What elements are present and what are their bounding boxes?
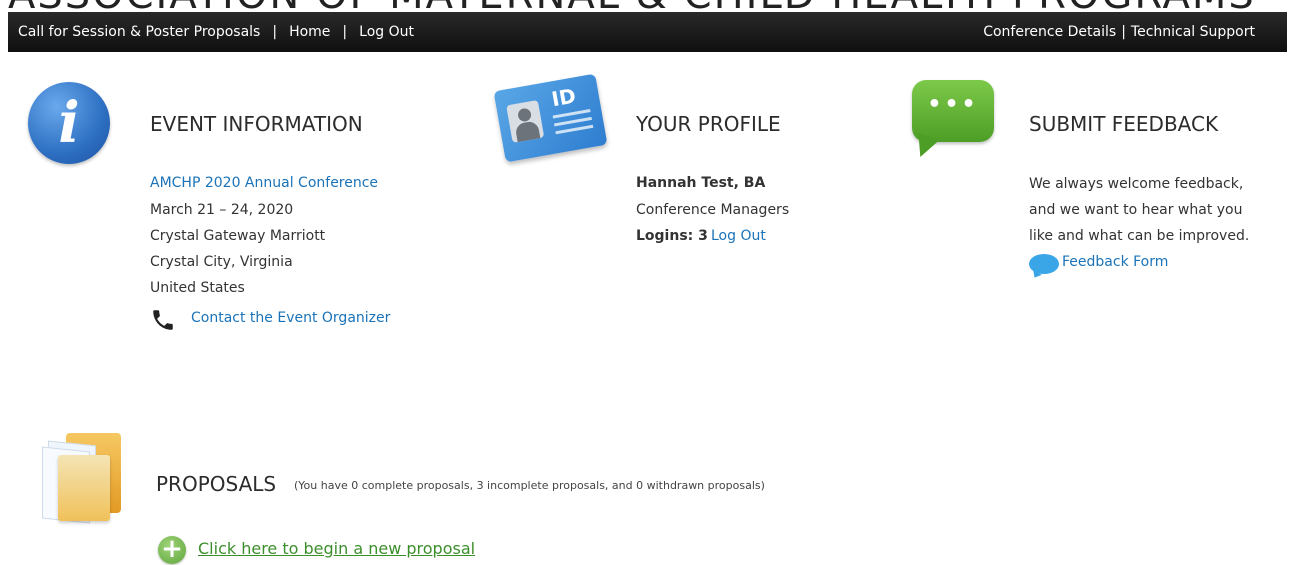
top-nav-bar: Call for Session & Poster Proposals | Ho…	[8, 12, 1287, 52]
speech-bubble-icon	[1029, 254, 1059, 274]
profile-group: Conference Managers	[636, 202, 790, 218]
top-nav-left: Call for Session & Poster Proposals | Ho…	[8, 24, 414, 40]
feedback-form-link[interactable]: Feedback Form	[1062, 254, 1168, 270]
event-city: Crystal City, Virginia	[150, 254, 293, 270]
phone-icon	[153, 310, 173, 330]
contact-organizer-link[interactable]: Contact the Event Organizer	[191, 310, 390, 326]
id-photo	[506, 99, 545, 143]
feedback-text-line: We always welcome feedback,	[1029, 176, 1244, 192]
nav-call-for-proposals[interactable]: Call for Session & Poster Proposals	[18, 24, 260, 40]
nav-log-out[interactable]: Log Out	[359, 24, 414, 40]
new-proposal-link[interactable]: Click here to begin a new proposal	[198, 539, 475, 558]
id-badge-text: ID	[549, 83, 578, 112]
nav-technical-support[interactable]: Technical Support	[1131, 24, 1255, 40]
event-name-link[interactable]: AMCHP 2020 Annual Conference	[150, 175, 378, 191]
chat-dots: •••	[927, 92, 979, 117]
your-profile-title: YOUR PROFILE	[636, 112, 781, 136]
nav-home[interactable]: Home	[289, 24, 330, 40]
feedback-text-line: like and what can be improved.	[1029, 228, 1250, 244]
proposals-summary: (You have 0 complete proposals, 3 incomp…	[294, 479, 765, 492]
profile-logins: Logins: 3	[636, 228, 708, 244]
feedback-text-line: and we want to hear what you	[1029, 202, 1243, 218]
nav-conference-details[interactable]: Conference Details	[983, 24, 1116, 40]
profile-name: Hannah Test, BA	[636, 175, 766, 191]
id-card-icon: ID	[493, 73, 608, 163]
profile-logout-link[interactable]: Log Out	[711, 228, 766, 244]
folder-icon	[36, 433, 126, 525]
nav-separator: |	[272, 24, 278, 40]
site-banner-title: ASSOCIATION OF MATERNAL & CHILD HEALTH P…	[0, 0, 1295, 12]
nav-separator: |	[1121, 24, 1126, 40]
submit-feedback-title: SUBMIT FEEDBACK	[1029, 112, 1219, 136]
nav-separator: |	[342, 24, 348, 40]
event-venue: Crystal Gateway Marriott	[150, 228, 326, 244]
plus-circle-icon[interactable]: +	[158, 536, 186, 564]
event-information-title: EVENT INFORMATION	[150, 112, 363, 136]
chat-bubble-icon: •••	[912, 80, 994, 142]
proposals-title: PROPOSALS	[156, 472, 277, 496]
top-nav-right: Conference Details | Technical Support	[983, 24, 1287, 40]
event-country: United States	[150, 280, 245, 296]
info-icon: i	[28, 82, 110, 164]
event-dates: March 21 – 24, 2020	[150, 202, 294, 218]
